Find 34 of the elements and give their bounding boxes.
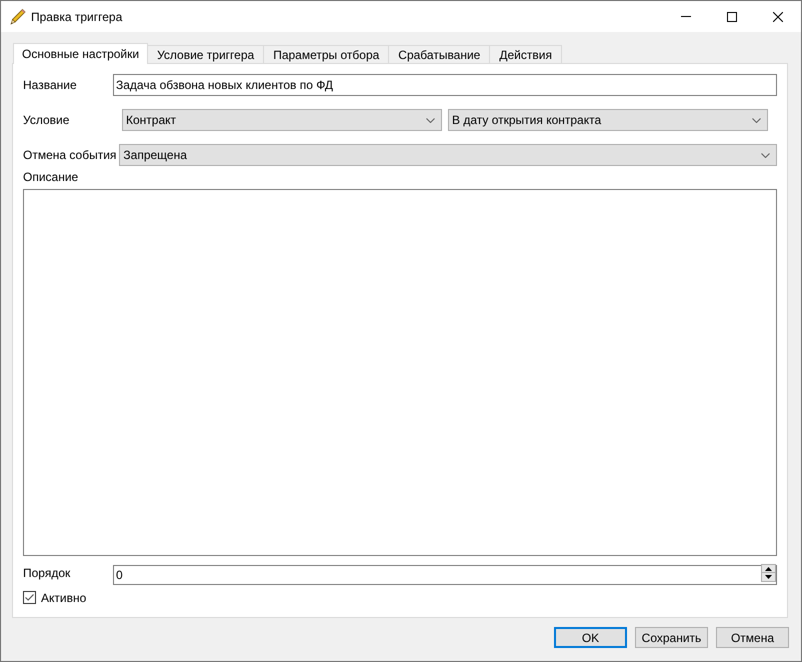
chevron-down-icon [752, 118, 761, 122]
field-label: Порядок [23, 565, 72, 582]
name-field[interactable]: Задача обзвона новых клиентов по ФД [113, 74, 777, 96]
dropdown[interactable]: Запрещена [119, 144, 777, 166]
close-icon [773, 12, 783, 22]
checkmark-icon [25, 594, 34, 601]
minimize-icon [681, 16, 691, 17]
tab[interactable]: Параметры отбора [264, 45, 390, 63]
maximize-icon [727, 12, 737, 22]
description-field[interactable] [23, 189, 777, 556]
tab[interactable]: Условие триггера [148, 45, 264, 63]
tab[interactable]: Действия [490, 45, 562, 63]
spin-up-button[interactable] [761, 564, 776, 573]
spin-down-button[interactable] [761, 573, 776, 582]
chevron-down-icon [426, 118, 435, 122]
dialog-button[interactable]: Сохранить [635, 627, 708, 648]
pencil-icon [10, 8, 26, 25]
checkbox-label: Активно [41, 590, 86, 606]
dropdown[interactable]: В дату открытия контракта [448, 109, 768, 131]
checkbox[interactable] [23, 591, 36, 604]
dropdown[interactable]: Контракт [122, 109, 442, 131]
window-title: Правка триггера [31, 8, 122, 26]
field-label: Отмена события [23, 147, 116, 164]
dialog-button[interactable]: Отмена [716, 627, 789, 648]
chevron-down-icon [761, 152, 770, 158]
tab[interactable]: Срабатывание [389, 45, 490, 63]
down-triangle-icon [765, 575, 772, 579]
field-label: Описание [23, 170, 78, 184]
dialog-button[interactable]: OK [554, 627, 627, 648]
up-triangle-icon [765, 566, 772, 570]
tab[interactable]: Основные настройки [13, 43, 148, 64]
number-field[interactable]: 0 [113, 565, 777, 585]
field-label: Условие [23, 112, 70, 129]
field-label: Название [23, 77, 78, 94]
